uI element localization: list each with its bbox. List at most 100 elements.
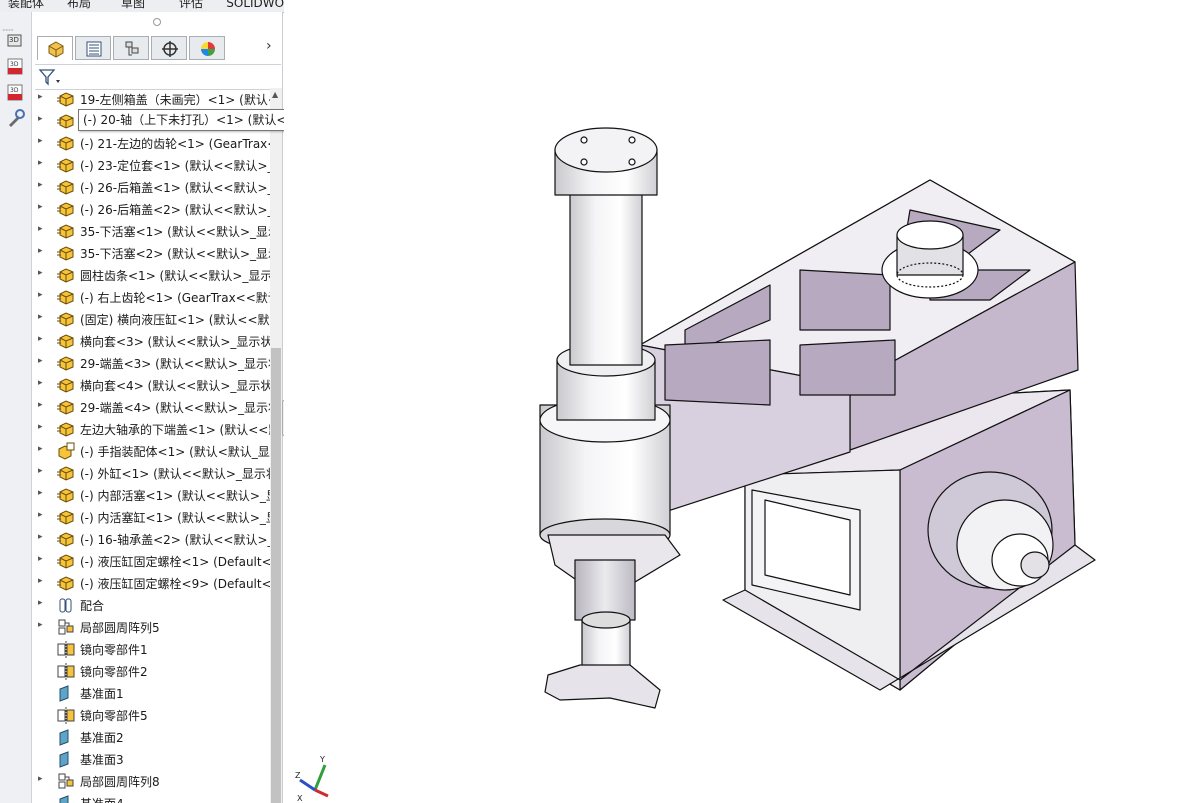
tree-item[interactable]: 镜向零部件2 — [32, 660, 270, 682]
expand-arrow-icon[interactable]: ▸ — [38, 466, 43, 476]
tree-item[interactable]: ▸ 35-下活塞<2> (默认<<默认>_显示状态 1>) — [32, 242, 270, 264]
tree-item[interactable]: ▸ 局部圆周阵列5 — [32, 616, 270, 638]
expand-arrow-icon[interactable]: ▸ — [38, 312, 43, 322]
expand-arrow-icon[interactable]: ▸ — [38, 202, 43, 212]
tree-item[interactable]: ▸ 19-左侧箱盖（未画完）<1> (默认<<默认>_显示状态 1>) — [32, 88, 270, 110]
more-tabs-chevron-icon[interactable]: › — [266, 38, 272, 54]
tree-item[interactable]: ▸ (固定) 横向液压缸<1> (默认<<默认>_显示状态 1>) — [32, 308, 270, 330]
tree-item-label: 镜向零部件2 — [80, 665, 148, 679]
feature-manager-tab[interactable] — [37, 36, 73, 60]
tree-item[interactable]: ▸ 圆柱齿条<1> (默认<<默认>_显示状态 1>) — [32, 264, 270, 286]
expand-arrow-icon[interactable]: ▸ — [38, 268, 43, 278]
expand-arrow-icon[interactable]: ▸ — [38, 158, 43, 168]
scroll-up-arrow-icon[interactable]: ▲ — [272, 90, 278, 99]
svg-text:3D: 3D — [9, 36, 19, 44]
expand-arrow-icon[interactable]: ▸ — [38, 444, 43, 454]
expand-arrow-icon[interactable]: ▸ — [38, 774, 43, 784]
tree-item[interactable]: 基准面3 — [32, 748, 270, 770]
part-icon — [57, 92, 74, 107]
tree-item[interactable]: ▸ 35-下活塞<1> (默认<<默认>_显示状态 1>) — [32, 220, 270, 242]
3d-view-icon[interactable]: 3D — [5, 30, 27, 50]
dimxpert-manager-tab[interactable] — [151, 36, 187, 60]
graphics-area[interactable]: Y Z X — [284, 0, 1199, 803]
expand-arrow-icon[interactable]: ▸ — [38, 554, 43, 564]
svg-text:3D: 3D — [10, 61, 19, 68]
part-icon — [57, 334, 74, 349]
tab-1[interactable]: 布局 — [52, 0, 107, 12]
tree-item[interactable]: ▸ 横向套<3> (默认<<默认>_显示状态 1>) — [32, 330, 270, 352]
tab-0[interactable]: 装配体 — [0, 0, 53, 12]
tree-item[interactable]: ▸ 局部圆周阵列8 — [32, 770, 270, 792]
vertical-cylinder — [569, 189, 643, 366]
tree-item[interactable]: ▸ (-) 内部活塞<1> (默认<<默认>_显示状态 1>) — [32, 484, 270, 506]
tree-item-label: (-) 手指装配体<1> (默认<默认_显示状态-1>) — [80, 445, 270, 459]
tree-item[interactable]: 基准面4 — [32, 792, 270, 803]
expand-arrow-icon[interactable]: ▸ — [38, 114, 43, 124]
tree-item[interactable]: 镜向零部件5 — [32, 704, 270, 726]
expand-arrow-icon[interactable]: ▸ — [38, 290, 43, 300]
expand-arrow-icon[interactable]: ▸ — [38, 180, 43, 190]
tree-item-label: 配合 — [80, 599, 105, 613]
expand-arrow-icon[interactable]: ▸ — [38, 488, 43, 498]
tree-item[interactable]: ▸ (-) 内活塞缸<1> (默认<<默认>_显示状态 1>) — [32, 506, 270, 528]
tree-item-label: 基准面1 — [80, 687, 124, 701]
3d-pdf-icon[interactable]: 3D — [5, 56, 27, 76]
expand-arrow-icon[interactable]: ▸ — [38, 356, 43, 366]
expand-arrow-icon[interactable]: ▸ — [38, 92, 43, 102]
tree-item-label: 基准面2 — [80, 731, 124, 745]
tree-item[interactable]: 基准面2 — [32, 726, 270, 748]
expand-arrow-icon[interactable]: ▸ — [38, 532, 43, 542]
tree-item[interactable]: ▸ (-) 26-后箱盖<2> (默认<<默认>_显示状态 1>) — [32, 198, 270, 220]
cylinder-top-cap — [554, 127, 658, 173]
tree-item[interactable]: ▸ (-) 液压缸固定螺栓<1> (Default<<Default>_显示状态 … — [32, 550, 270, 572]
property-manager-tab[interactable] — [75, 36, 111, 60]
tree-item-label: 35-下活塞<1> (默认<<默认>_显示状态 1>) — [80, 225, 270, 239]
part-icon — [57, 268, 74, 283]
tree-item[interactable]: ▸ 配合 — [32, 594, 270, 616]
tree-item[interactable]: 镜向零部件1 — [32, 638, 270, 660]
tab-2[interactable]: 草图 — [106, 0, 161, 12]
part-icon — [57, 136, 74, 151]
tree-item-label: 局部圆周阵列5 — [80, 621, 160, 635]
part-icon — [57, 378, 74, 393]
tree-scrollbar[interactable]: ▲ — [270, 88, 282, 803]
tree-item[interactable]: 基准面1 — [32, 682, 270, 704]
part-icon — [57, 554, 74, 569]
tree-item[interactable]: ▸ (-) 外缸<1> (默认<<默认>_显示状态 1>) — [32, 462, 270, 484]
tree-item-label: (-) 液压缸固定螺栓<1> (Default<<Default>_显示状态 1… — [80, 555, 270, 569]
expand-arrow-icon[interactable]: ▸ — [38, 422, 43, 432]
tree-item[interactable]: ▸ (-) 手指装配体<1> (默认<默认_显示状态-1>) — [32, 440, 270, 462]
part-icon — [57, 224, 74, 239]
expand-arrow-icon[interactable]: ▸ — [38, 246, 43, 256]
tree-item[interactable]: ▸ (-) 26-后箱盖<1> (默认<<默认>_显示状态 1>) — [32, 176, 270, 198]
tree-item[interactable]: ▸ 横向套<4> (默认<<默认>_显示状态 1>) — [32, 374, 270, 396]
scroll-thumb[interactable] — [271, 348, 281, 803]
expand-arrow-icon[interactable]: ▸ — [38, 620, 43, 630]
expand-arrow-icon[interactable]: ▸ — [38, 136, 43, 146]
tree-item[interactable]: ▸ 左边大轴承的下端盖<1> (默认<<默认>_显示状态 1>) — [32, 418, 270, 440]
expand-arrow-icon[interactable]: ▸ — [38, 510, 43, 520]
expand-arrow-icon[interactable]: ▸ — [38, 576, 43, 586]
tree-item[interactable]: ▸ 29-端盖<4> (默认<<默认>_显示状态 1>) — [32, 396, 270, 418]
panel-grip-handle[interactable] — [153, 18, 161, 26]
tree-item[interactable]: ▸ (-) 液压缸固定螺栓<9> (Default<<Default>_显示状态 … — [32, 572, 270, 594]
expand-arrow-icon[interactable]: ▸ — [38, 400, 43, 410]
tree-item[interactable]: ▸ (-) 16-轴承盖<2> (默认<<默认>_显示状态 1>) — [32, 528, 270, 550]
tools-icon[interactable] — [5, 108, 27, 128]
expand-arrow-icon[interactable]: ▸ — [38, 224, 43, 234]
tree-item[interactable]: ▸ (-) 右上齿轮<1> (GearTrax<<默认>_显示状态 1>) — [32, 286, 270, 308]
tab-3[interactable]: 评估 — [160, 0, 223, 12]
tree-item-label: (-) 26-后箱盖<2> (默认<<默认>_显示状态 1>) — [80, 203, 270, 217]
tree-item[interactable]: ▸ (-) 23-定位套<1> (默认<<默认>_显示状态 1>) — [32, 154, 270, 176]
filter-bar[interactable] — [35, 64, 281, 90]
expand-arrow-icon[interactable]: ▸ — [38, 598, 43, 608]
expand-arrow-icon[interactable]: ▸ — [38, 378, 43, 388]
plane-icon — [59, 685, 69, 702]
configuration-manager-tab[interactable] — [113, 36, 149, 60]
tree-item[interactable]: ▸ 29-端盖<3> (默认<<默认>_显示状态 1>) — [32, 352, 270, 374]
filter-icon[interactable] — [38, 68, 60, 86]
tree-item[interactable]: ▸ (-) 21-左边的齿轮<1> (GearTrax<<GearTrax>_显示… — [32, 132, 270, 154]
3d-pdf-export-icon[interactable]: 3D — [5, 82, 27, 102]
display-manager-tab[interactable] — [189, 36, 225, 60]
expand-arrow-icon[interactable]: ▸ — [38, 334, 43, 344]
